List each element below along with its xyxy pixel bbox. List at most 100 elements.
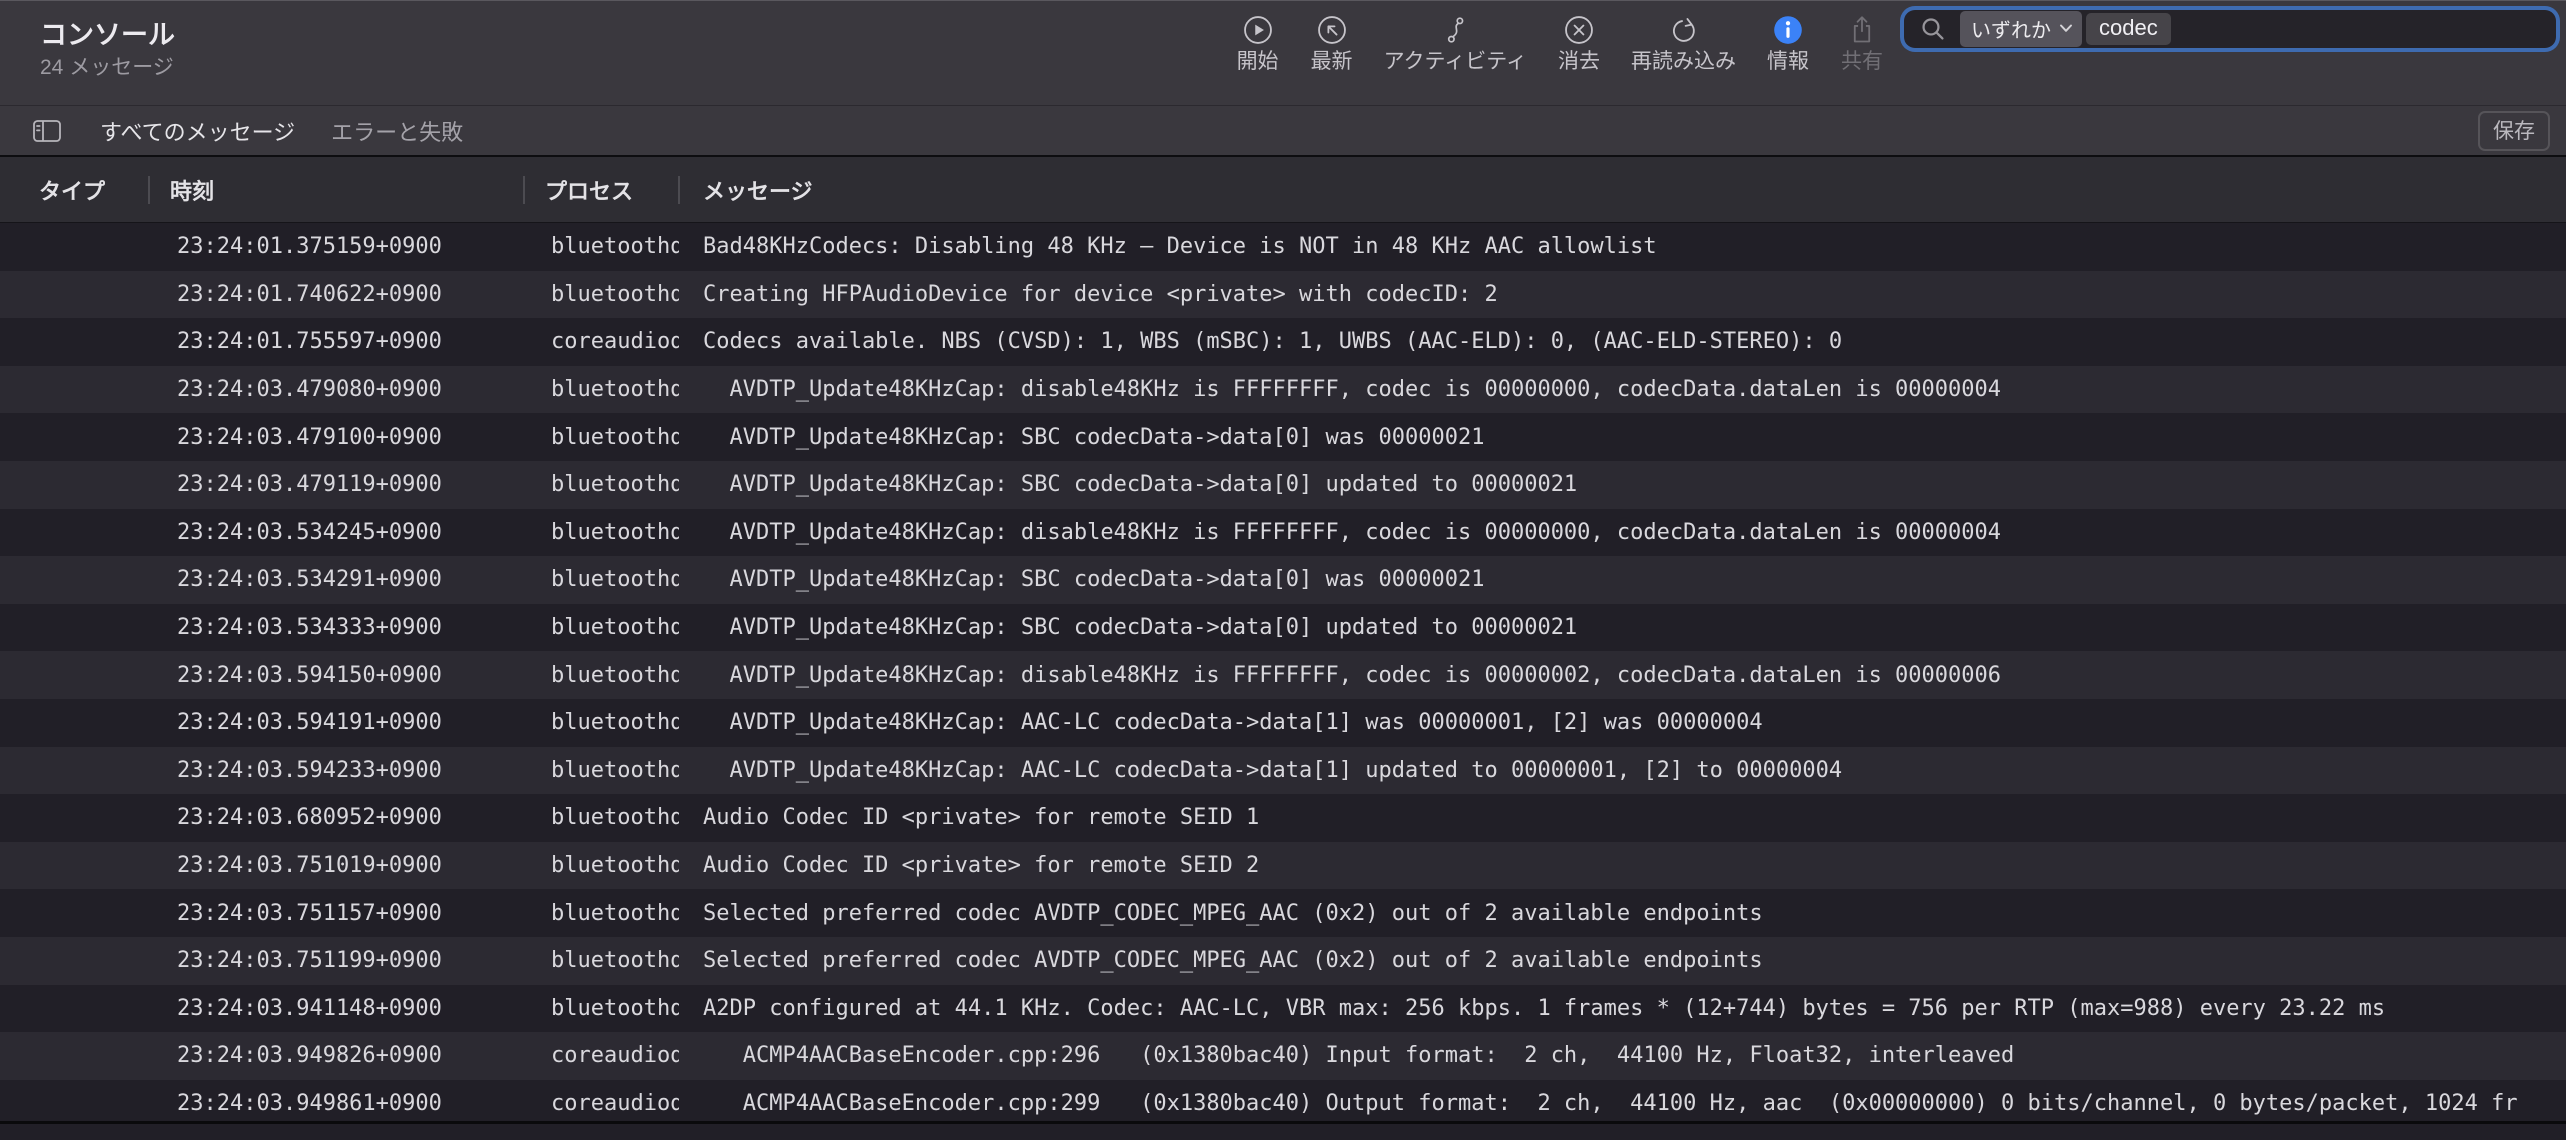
- reload-button[interactable]: 再読み込み: [1631, 13, 1736, 74]
- table-row[interactable]: 23:24:03.479080+0900bluetoothd AVDTP_Upd…: [0, 366, 2566, 414]
- share-icon: [1845, 13, 1879, 47]
- toolbar-button-label: 情報: [1767, 50, 1809, 74]
- message-cell: Selected preferred codec AVDTP_CODEC_MPE…: [679, 948, 2566, 973]
- x-circle-icon: [1562, 13, 1596, 47]
- tab-errors-and-faults[interactable]: エラーと失敗: [331, 115, 463, 147]
- time-cell: 23:24:01.740622+0900: [149, 282, 524, 307]
- sidebar-toggle-button[interactable]: [30, 115, 64, 147]
- process-cell: bluetoothd: [524, 615, 679, 640]
- process-cell: bluetoothd: [524, 805, 679, 830]
- process-cell: bluetoothd: [524, 663, 679, 688]
- table-row[interactable]: 23:24:03.751199+0900bluetoothdSelected p…: [0, 937, 2566, 985]
- table-row[interactable]: 23:24:03.751019+0900bluetoothdAudio Code…: [0, 842, 2566, 890]
- table-row[interactable]: 23:24:01.755597+0900coreaudiodCodecs ava…: [0, 318, 2566, 366]
- info-button[interactable]: 情報: [1766, 13, 1810, 74]
- time-cell: 23:24:03.751157+0900: [149, 901, 524, 926]
- info-circle-icon: [1771, 13, 1805, 47]
- start-button[interactable]: 開始: [1236, 13, 1280, 74]
- save-button[interactable]: 保存: [2478, 111, 2550, 151]
- time-cell: 23:24:03.751019+0900: [149, 853, 524, 878]
- process-cell: bluetoothd: [524, 710, 679, 735]
- process-cell: coreaudiod: [524, 329, 679, 354]
- message-cell: AVDTP_Update48KHzCap: disable48KHz is FF…: [679, 520, 2566, 545]
- process-cell: bluetoothd: [524, 758, 679, 783]
- process-cell: bluetoothd: [524, 282, 679, 307]
- message-cell: AVDTP_Update48KHzCap: SBC codecData->dat…: [679, 425, 2566, 450]
- message-cell: Bad48KHzCodecs: Disabling 48 KHz – Devic…: [679, 234, 2566, 259]
- tab-bar: すべてのメッセージ エラーと失敗 保存: [0, 106, 2566, 157]
- message-count: 24 メッセージ: [40, 53, 175, 83]
- console-window: コンソール 24 メッセージ 開始 最新: [0, 0, 2566, 1140]
- process-cell: bluetoothd: [524, 234, 679, 259]
- search-scope-label: いずれか: [1971, 14, 2051, 43]
- table-row[interactable]: 23:24:03.594191+0900bluetoothd AVDTP_Upd…: [0, 699, 2566, 747]
- column-header-message[interactable]: メッセージ: [679, 174, 2566, 206]
- log-table-body: 23:24:01.375159+0900bluetoothdBad48KHzCo…: [0, 223, 2566, 1127]
- table-row[interactable]: 23:24:03.949826+0900coreaudiod ACMP4AACB…: [0, 1032, 2566, 1080]
- reload-icon: [1667, 13, 1701, 47]
- tab-all-messages[interactable]: すべてのメッセージ: [100, 115, 295, 147]
- table-row[interactable]: 23:24:01.375159+0900bluetoothdBad48KHzCo…: [0, 223, 2566, 271]
- message-cell: AVDTP_Update48KHzCap: SBC codecData->dat…: [679, 567, 2566, 592]
- process-cell: bluetoothd: [524, 853, 679, 878]
- time-cell: 23:24:01.375159+0900: [149, 234, 524, 259]
- search-icon: [1920, 16, 1946, 42]
- activity-route-icon: [1438, 13, 1472, 47]
- toolbar-buttons: 開始 最新 アクティビティ: [1236, 13, 1884, 74]
- process-cell: bluetoothd: [524, 377, 679, 402]
- message-cell: AVDTP_Update48KHzCap: SBC codecData->dat…: [679, 472, 2566, 497]
- time-cell: 23:24:03.479100+0900: [149, 425, 524, 450]
- time-cell: 23:24:03.751199+0900: [149, 948, 524, 973]
- now-button[interactable]: 最新: [1310, 13, 1354, 74]
- column-header-time[interactable]: 時刻: [149, 174, 524, 206]
- time-cell: 23:24:03.680952+0900: [149, 805, 524, 830]
- table-row[interactable]: 23:24:03.534245+0900bluetoothd AVDTP_Upd…: [0, 509, 2566, 557]
- column-divider: [523, 176, 525, 204]
- time-cell: 23:24:03.534245+0900: [149, 520, 524, 545]
- activity-button[interactable]: アクティビティ: [1384, 13, 1527, 74]
- process-cell: bluetoothd: [524, 425, 679, 450]
- table-row[interactable]: 23:24:03.534291+0900bluetoothd AVDTP_Upd…: [0, 556, 2566, 604]
- table-header: タイプ 時刻 プロセス メッセージ: [0, 157, 2566, 223]
- message-cell: AVDTP_Update48KHzCap: AAC-LC codecData->…: [679, 710, 2566, 735]
- table-row[interactable]: 23:24:03.534333+0900bluetoothd AVDTP_Upd…: [0, 604, 2566, 652]
- process-cell: coreaudiod: [524, 1043, 679, 1068]
- message-cell: AVDTP_Update48KHzCap: SBC codecData->dat…: [679, 615, 2566, 640]
- message-cell: AVDTP_Update48KHzCap: disable48KHz is FF…: [679, 377, 2566, 402]
- table-row[interactable]: 23:24:03.479119+0900bluetoothd AVDTP_Upd…: [0, 461, 2566, 509]
- time-cell: 23:24:03.479119+0900: [149, 472, 524, 497]
- time-cell: 23:24:01.755597+0900: [149, 329, 524, 354]
- search-term-token[interactable]: codec: [2086, 13, 2171, 45]
- table-row[interactable]: 23:24:03.680952+0900bluetoothdAudio Code…: [0, 794, 2566, 842]
- toolbar-button-label: 共有: [1841, 50, 1883, 74]
- toolbar-button-label: 再読み込み: [1631, 50, 1736, 74]
- clear-button[interactable]: 消去: [1557, 13, 1601, 74]
- message-cell: AVDTP_Update48KHzCap: AAC-LC codecData->…: [679, 758, 2566, 783]
- process-cell: bluetoothd: [524, 472, 679, 497]
- process-cell: bluetoothd: [524, 996, 679, 1021]
- search-input[interactable]: いずれか codec: [1904, 10, 2556, 48]
- message-cell: Creating HFPAudioDevice for device <priv…: [679, 282, 2566, 307]
- arrow-up-left-circle-icon: [1315, 13, 1349, 47]
- table-row[interactable]: 23:24:01.740622+0900bluetoothdCreating H…: [0, 271, 2566, 319]
- table-row[interactable]: 23:24:03.594150+0900bluetoothd AVDTP_Upd…: [0, 651, 2566, 699]
- time-cell: 23:24:03.949826+0900: [149, 1043, 524, 1068]
- toolbar: コンソール 24 メッセージ 開始 最新: [0, 0, 2566, 106]
- page-title: コンソール: [40, 19, 175, 51]
- toolbar-button-label: 開始: [1237, 50, 1279, 74]
- table-row[interactable]: 23:24:03.594233+0900bluetoothd AVDTP_Upd…: [0, 747, 2566, 795]
- column-header-process[interactable]: プロセス: [524, 174, 679, 206]
- column-header-type[interactable]: タイプ: [0, 174, 149, 206]
- time-cell: 23:24:03.534333+0900: [149, 615, 524, 640]
- chevron-down-icon: [2059, 24, 2073, 33]
- table-row[interactable]: 23:24:03.751157+0900bluetoothdSelected p…: [0, 889, 2566, 937]
- time-cell: 23:24:03.479080+0900: [149, 377, 524, 402]
- search-scope-dropdown[interactable]: いずれか: [1960, 11, 2082, 47]
- table-row[interactable]: 23:24:03.479100+0900bluetoothd AVDTP_Upd…: [0, 413, 2566, 461]
- column-divider: [148, 176, 150, 204]
- table-row[interactable]: 23:24:03.941148+0900bluetoothdA2DP confi…: [0, 985, 2566, 1033]
- title-block: コンソール 24 メッセージ: [40, 19, 175, 83]
- process-cell: bluetoothd: [524, 567, 679, 592]
- time-cell: 23:24:03.534291+0900: [149, 567, 524, 592]
- time-cell: 23:24:03.941148+0900: [149, 996, 524, 1021]
